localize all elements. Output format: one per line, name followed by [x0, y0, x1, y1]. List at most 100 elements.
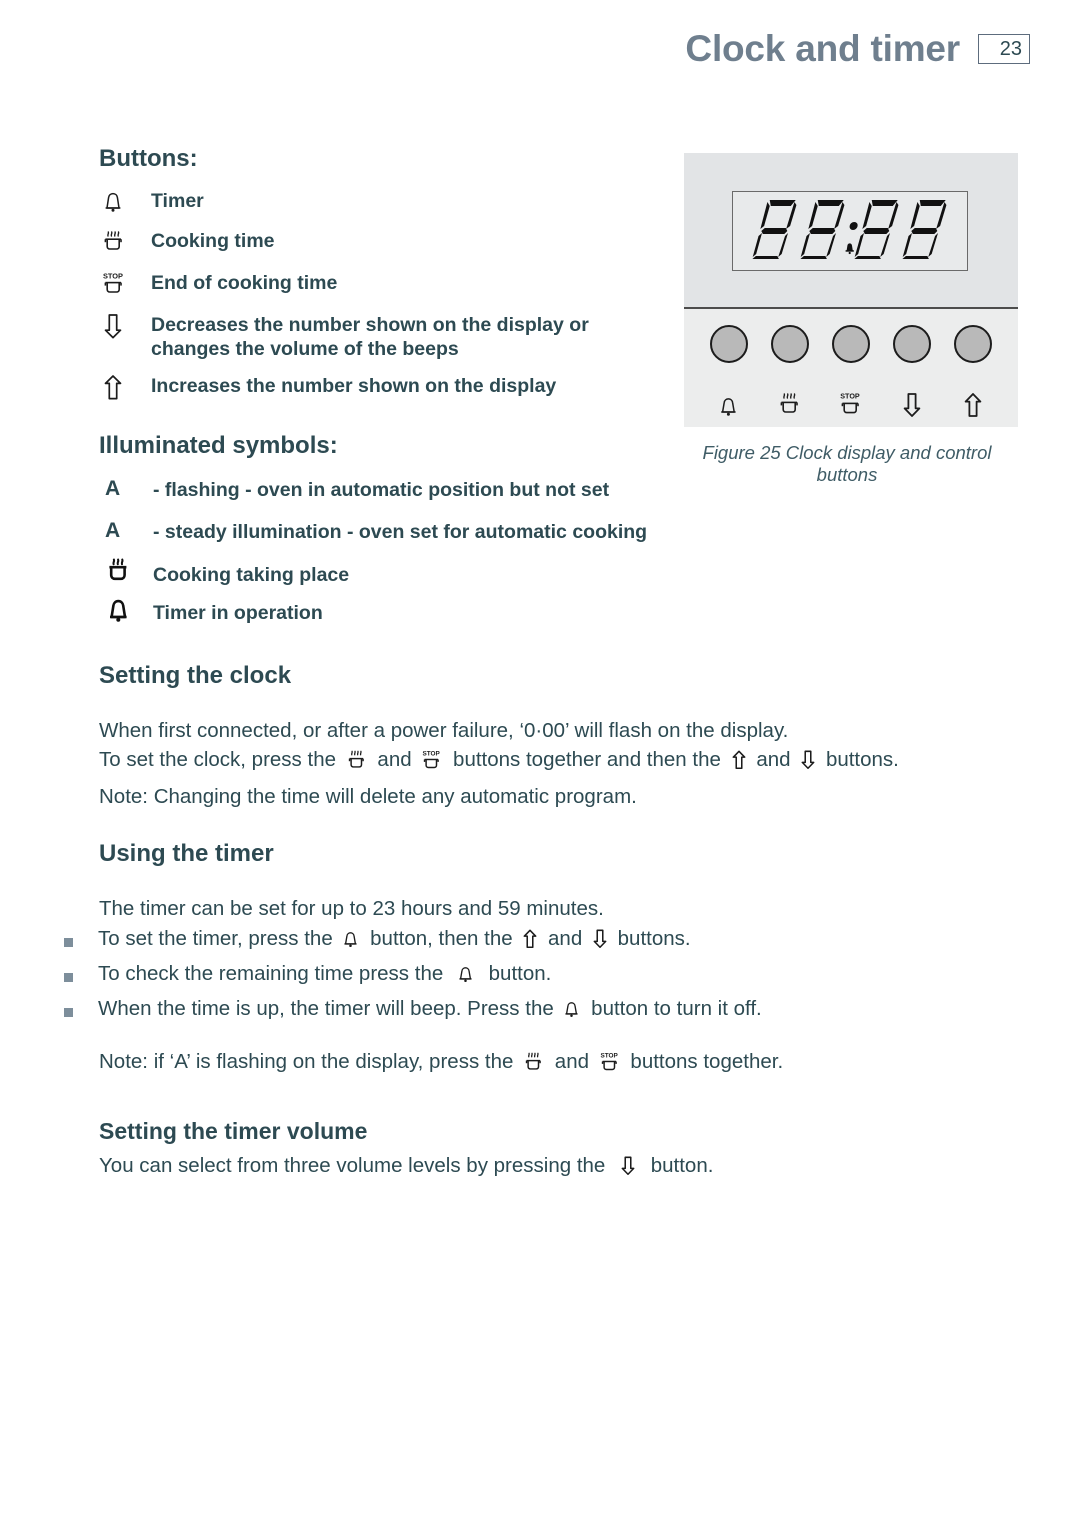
pot-stop-icon: STOP [419, 746, 445, 781]
bullet-1-b: button, then the [370, 927, 513, 950]
clock-line-2-d: and [756, 748, 791, 772]
arrow-down-icon [590, 926, 610, 957]
knob-decrease[interactable] [893, 325, 932, 363]
page-number: 23 [999, 37, 1022, 60]
list-item: Increases the number shown on the displa… [99, 371, 659, 402]
figure-caption: Figure 25 Clock display and control butt… [702, 442, 992, 486]
arrow-down-icon [99, 310, 151, 341]
note-flashing-c-text: buttons together. [630, 1050, 784, 1073]
bell-icon [710, 391, 748, 419]
timer-bullet-list: To set the timer, press the button, then… [64, 925, 979, 1030]
pot-stop-icon: STOP [597, 1048, 623, 1083]
arrow-up-icon [99, 371, 151, 402]
bell-icon [561, 996, 583, 1027]
arrow-up-icon [729, 747, 749, 778]
note-flashing-line: Note: if ‘A’ is flashing on the display,… [99, 1048, 979, 1083]
list-item: A - steady illumination - oven set for a… [105, 518, 725, 544]
list-item-label: - steady illumination - oven set for aut… [153, 521, 648, 544]
knob-increase[interactable] [954, 325, 993, 363]
note-flashing-a-text: Note: if ‘A’ is flashing on the display,… [99, 1050, 514, 1073]
clock-line-2-a: To set the clock, press the [99, 748, 337, 772]
svg-text:STOP: STOP [600, 1053, 618, 1060]
list-item-label: When the time is up, the timer will beep… [98, 995, 762, 1027]
list-item-label: Timer in operation [153, 602, 323, 625]
list-item-label: To set the timer, press the button, then… [98, 925, 691, 957]
svg-text:STOP: STOP [840, 392, 860, 401]
arrow-down-icon [798, 747, 818, 778]
page-title: Clock and timer [685, 28, 960, 69]
arrow-up-icon [520, 926, 540, 957]
clock-line-2-e: buttons. [825, 748, 899, 772]
bell-icon [340, 926, 362, 957]
list-item: Cooking taking place [105, 555, 725, 587]
knob-cooking-time[interactable] [770, 325, 809, 363]
list-item: When the time is up, the timer will beep… [64, 995, 979, 1027]
list-item: To check the remaining time press the bu… [64, 960, 979, 992]
list-item-label: End of cooking time [151, 272, 338, 294]
arrow-down-icon [893, 389, 931, 419]
bullet-2-b: button. [488, 962, 552, 986]
bullet-marker [64, 973, 73, 983]
symbol-letter: A [105, 477, 121, 500]
letter-a-icon: A [105, 518, 153, 541]
list-item-label: To check the remaining time press the bu… [98, 960, 551, 992]
svg-text:STOP: STOP [423, 751, 441, 758]
bullet-3-b: button to turn it off. [591, 997, 762, 1021]
timer-intro: The timer can be set for up to 23 hours … [99, 897, 604, 921]
pot-steam-solid-icon [105, 555, 153, 585]
figure-display-area [684, 153, 1018, 309]
document-page: Clock and timer 23 Buttons: Timer Cookin… [0, 0, 1080, 1532]
bell-indicator-icon [845, 243, 854, 255]
list-item-label: Decreases the number shown on the displa… [151, 314, 589, 361]
svg-text:STOP: STOP [103, 272, 123, 281]
pot-stop-icon: STOP [99, 268, 151, 299]
note-flashing-b-text: and [554, 1050, 590, 1073]
list-item: To set the timer, press the button, then… [64, 925, 979, 957]
bell-solid-icon [105, 595, 153, 625]
bullet-marker [64, 1008, 73, 1018]
list-item: Timer [99, 186, 659, 215]
section-heading: Setting the clock [99, 662, 292, 689]
knob-row [684, 325, 1018, 363]
clock-line-2-b: and [377, 748, 412, 772]
volume-line-a: You can select from three volume levels … [99, 1154, 606, 1178]
pot-steam-icon [344, 746, 370, 781]
volume-line-b: button. [650, 1154, 714, 1178]
pot-steam-icon [521, 1048, 547, 1083]
list-item-label: - flashing - oven in automatic position … [153, 479, 610, 501]
lcd-display [732, 191, 968, 271]
arrow-up-icon [954, 389, 992, 419]
note-flashing-a: Note: if ‘A’ is flashing on the display,… [99, 1048, 979, 1085]
bell-icon [455, 961, 477, 992]
illuminated-symbols-heading: Illuminated symbols: [99, 432, 338, 459]
list-item-label: Cooking taking place [153, 563, 350, 586]
section-heading: Using the timer [99, 840, 274, 867]
page-header: Clock and timer 23 [0, 30, 1030, 67]
list-item: STOP End of cooking time [99, 268, 659, 299]
knob-timer[interactable] [709, 325, 748, 363]
figure-control-area: STOP [684, 309, 1018, 427]
setting-the-timer-volume-section: Setting the timer volume You can select … [99, 1118, 979, 1186]
list-item: A - flashing - oven in automatic positio… [105, 476, 725, 502]
clock-line-2-c: buttons together and then the [453, 748, 721, 772]
bullet-3-a: When the time is up, the timer will beep… [98, 997, 554, 1021]
buttons-heading: Buttons: [99, 145, 198, 172]
letter-a-icon: A [105, 476, 153, 499]
page-number-box: 23 [978, 33, 1030, 64]
clock-line-3: Note: Changing the time will delete any … [99, 785, 637, 809]
knob-icon-row: STOP [684, 371, 1018, 419]
symbol-letter: A [105, 519, 121, 543]
illuminated-symbols-list: A - flashing - oven in automatic positio… [105, 476, 725, 639]
arrow-down-icon [618, 1153, 638, 1184]
knob-end-of-cooking-time[interactable] [831, 325, 870, 363]
bell-icon [99, 186, 151, 215]
pot-stop-icon: STOP [832, 389, 870, 419]
bullet-1-a: To set the timer, press the [98, 927, 333, 950]
volume-line: You can select from three volume levels … [99, 1152, 979, 1184]
list-item-label: Timer [151, 190, 204, 212]
clock-line-1: When first connected, or after a power f… [99, 719, 789, 743]
bullet-1-d: buttons. [617, 927, 691, 950]
using-the-timer-section: Using the timer The timer can be set for… [99, 840, 979, 924]
list-item: Timer in operation [105, 595, 725, 625]
clock-line-2: To set the clock, press the and STOP but… [99, 746, 979, 781]
